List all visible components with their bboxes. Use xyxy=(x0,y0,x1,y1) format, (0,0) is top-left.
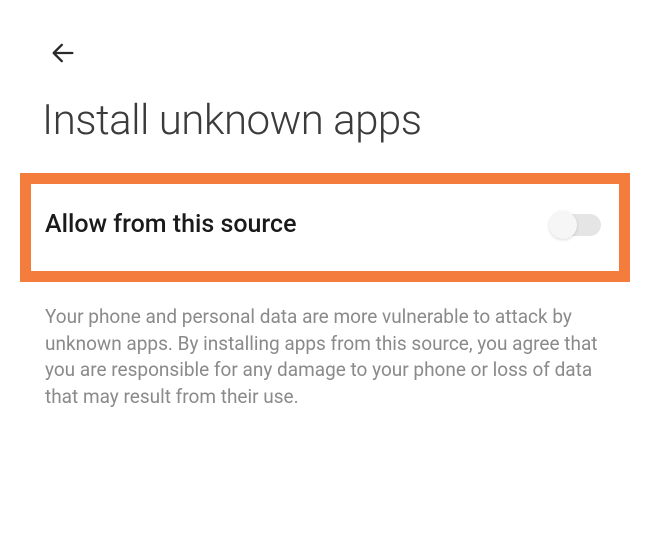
back-arrow-icon xyxy=(49,39,77,67)
toggle-knob xyxy=(549,211,577,239)
back-button[interactable] xyxy=(48,38,78,68)
allow-toggle[interactable] xyxy=(551,214,601,236)
header-bar xyxy=(0,0,650,68)
allow-from-source-row[interactable]: Allow from this source xyxy=(20,173,630,282)
page-title: Install unknown apps xyxy=(0,68,650,145)
warning-description: Your phone and personal data are more vu… xyxy=(0,282,650,410)
setting-label: Allow from this source xyxy=(45,210,296,239)
